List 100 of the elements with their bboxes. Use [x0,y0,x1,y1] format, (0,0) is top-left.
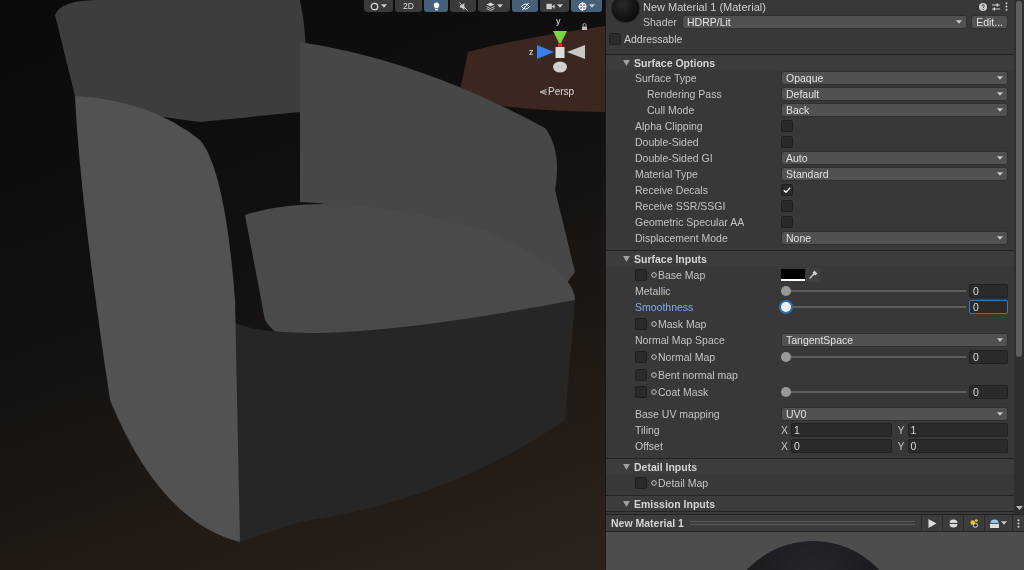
y-axis-handle[interactable] [553,31,567,45]
checkbox[interactable] [781,120,793,132]
dropdown[interactable]: Default [781,87,1008,101]
section-foldout[interactable]: Surface Options [606,55,1014,70]
caret-icon [589,4,595,8]
object-picker-icon[interactable] [651,371,657,378]
sky-sphere-icon [990,518,999,528]
property-label: Double-Sided [635,136,699,148]
caret-icon [997,236,1003,240]
property-label: Offset [635,440,663,452]
checkbox[interactable] [781,184,793,196]
property-label: Normal Map Space [635,334,725,346]
dropdown[interactable]: Auto [781,151,1008,165]
property-label: Displacement Mode [635,232,728,244]
section-foldout[interactable]: Detail Inputs [606,459,1014,474]
gizmos-button[interactable] [571,0,602,12]
property-label: Normal Map [658,351,716,363]
object-picker-icon[interactable] [651,354,657,360]
dropdown[interactable]: UV0 [781,407,1008,421]
property-label: Tiling [635,424,660,436]
slider-thumb[interactable] [781,302,791,312]
effects-toggle-button[interactable] [512,0,538,12]
color-swatch[interactable] [781,268,805,281]
caret-icon [997,338,1003,342]
more-options-icon [1017,518,1020,528]
dropdown[interactable]: Back [781,103,1008,117]
caret-icon [997,412,1003,416]
help-icon[interactable] [979,2,987,11]
dropdown[interactable]: None [781,231,1008,245]
number-field[interactable]: 0 [969,385,1008,399]
number-field[interactable]: 1 [791,423,892,437]
dropdown[interactable]: TangentSpace [781,333,1008,347]
center-cube-icon[interactable] [555,43,565,58]
shading-mode-button[interactable] [364,0,393,12]
lights-icon [969,518,979,528]
camera-settings-button[interactable] [540,0,569,12]
checkbox[interactable] [781,136,793,148]
scrollbar-thumb[interactable] [1016,1,1022,357]
object-picker-icon[interactable] [651,479,657,486]
checkbox[interactable] [781,200,793,212]
object-picker-icon[interactable] [651,271,657,278]
number-field[interactable]: 0 [791,439,892,453]
x-axis-handle[interactable] [567,45,585,59]
property-label: Detail Map [658,476,709,489]
bottom-axis-handle[interactable] [553,61,567,73]
caret-icon [997,76,1003,80]
caret-icon [997,92,1003,96]
axis-label: y [556,16,561,26]
number-field[interactable]: 0 [969,350,1008,364]
axis-label: Y [897,424,906,436]
dropdown[interactable]: Opaque [781,71,1008,85]
visibility-button[interactable] [478,0,510,12]
property-label: Metallic [635,285,671,297]
number-field[interactable]: 0 [907,439,1008,453]
audio-toggle-button[interactable] [450,0,476,12]
scrollbar-track[interactable] [1014,0,1024,514]
object-picker-icon[interactable] [651,320,657,327]
slider-thumb[interactable] [781,387,791,397]
sphere-icon [948,518,958,528]
number-field[interactable]: 0 [969,300,1008,314]
lighting-toggle-button[interactable] [424,0,448,12]
shader-label: Shader [643,15,678,28]
scroll-down-icon[interactable] [1015,506,1023,510]
object-picker-icon[interactable] [651,389,657,395]
layers-icon [485,1,495,11]
caret-icon [496,4,503,8]
property-label: Mask Map [658,317,707,330]
checkbox[interactable] [781,216,793,228]
caret-icon [997,156,1003,160]
settings-sliders-icon[interactable] [992,2,1000,11]
shader-dropdown[interactable]: HDRP/Lit [682,14,968,29]
eyedropper-button[interactable] [806,267,820,282]
projection-toggle[interactable]: Persp [539,86,575,97]
section-foldout[interactable]: Emission Inputs [606,496,1014,511]
property-label: Bent normal map [658,368,738,381]
property-label: Surface Type [635,72,697,84]
property-label: Geometric Specular AA [635,216,745,228]
light-bulb-icon [431,1,441,11]
more-options-icon[interactable] [1005,2,1008,11]
caret-icon [997,172,1003,176]
mode-toggle-button[interactable]: 2D [395,0,422,12]
inspector-title: New Material 1 (Material) [643,0,767,13]
globe-icon [578,1,587,11]
property-label: Base UV mapping [635,408,720,420]
number-field[interactable]: 1 [907,423,1008,437]
property-label: Receive Decals [635,184,708,196]
padlock-icon[interactable] [582,23,587,30]
property-label: Smoothness [635,301,694,313]
slider-thumb[interactable] [781,352,791,362]
slider-thumb[interactable] [781,286,791,296]
edit-button[interactable]: Edit... [971,14,1008,29]
camera-icon [546,1,555,11]
checkbox[interactable] [609,33,621,45]
number-field[interactable]: 0 [969,284,1008,298]
play-icon [927,518,937,528]
caret-icon [997,108,1003,112]
caret-icon [1001,521,1007,525]
section-foldout[interactable]: Surface Inputs [606,251,1014,266]
dropdown[interactable]: Standard [781,167,1008,181]
z-axis-handle[interactable] [537,45,554,59]
